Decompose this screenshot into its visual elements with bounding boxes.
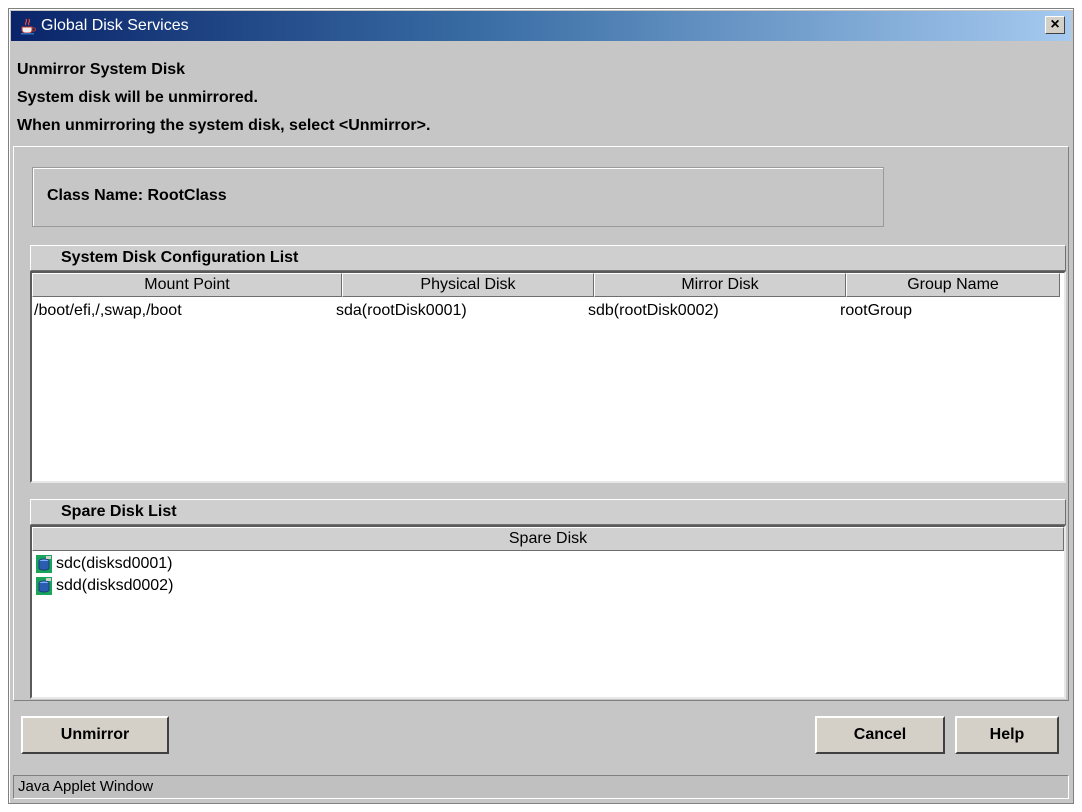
spare-disk-list-header: Spare Disk List: [30, 499, 1066, 525]
window-title: Global Disk Services: [41, 17, 189, 34]
spare-disk-label: sdd(disksd0002): [56, 577, 174, 594]
system-disk-table[interactable]: Mount Point Physical Disk Mirror Disk Gr…: [30, 271, 1066, 483]
dialog-window: Global Disk Services × Unmirror System D…: [8, 8, 1074, 804]
disk-icon: [36, 577, 52, 595]
help-button[interactable]: Help: [955, 716, 1059, 754]
column-header-mirror-disk[interactable]: Mirror Disk: [594, 273, 846, 297]
list-item[interactable]: sdd(disksd0002): [36, 576, 173, 596]
content-panel: Class Name: RootClass System Disk Config…: [13, 146, 1069, 701]
cancel-button[interactable]: Cancel: [815, 716, 945, 754]
mirror-disk-cell: sdb(rootDisk0002): [588, 302, 719, 319]
column-header-spare-disk[interactable]: Spare Disk: [32, 527, 1064, 551]
unmirror-button[interactable]: Unmirror: [21, 716, 169, 754]
close-icon: ×: [1050, 16, 1060, 33]
dialog-instruction: When unmirroring the system disk, select…: [17, 117, 431, 134]
physical-disk-cell: sda(rootDisk0001): [336, 302, 467, 319]
system-disk-list-header: System Disk Configuration List: [30, 245, 1066, 271]
title-bar[interactable]: Global Disk Services ×: [11, 11, 1071, 41]
disk-icon: [36, 555, 52, 573]
column-header-mount-point[interactable]: Mount Point: [32, 273, 342, 297]
group-name-cell: rootGroup: [840, 302, 913, 319]
list-item[interactable]: sdc(disksd0001): [36, 554, 173, 574]
spare-disk-table[interactable]: Spare Disk sdc(disksd0001) sdd(disksd000…: [30, 525, 1066, 699]
status-bar: Java Applet Window: [13, 775, 1069, 799]
spare-disk-label: sdc(disksd0001): [56, 555, 173, 572]
column-header-physical-disk[interactable]: Physical Disk: [342, 273, 594, 297]
java-coffee-cup-icon: [19, 17, 37, 35]
dialog-description: System disk will be unmirrored.: [17, 89, 258, 106]
mount-point-cell: /boot/efi,/,swap,/boot: [34, 302, 182, 319]
close-button[interactable]: ×: [1045, 16, 1065, 34]
dialog-heading: Unmirror System Disk: [17, 61, 186, 78]
class-name-box: Class Name: RootClass: [32, 167, 884, 227]
class-name-label: Class Name: RootClass: [47, 187, 227, 204]
column-header-group-name[interactable]: Group Name: [846, 273, 1060, 297]
